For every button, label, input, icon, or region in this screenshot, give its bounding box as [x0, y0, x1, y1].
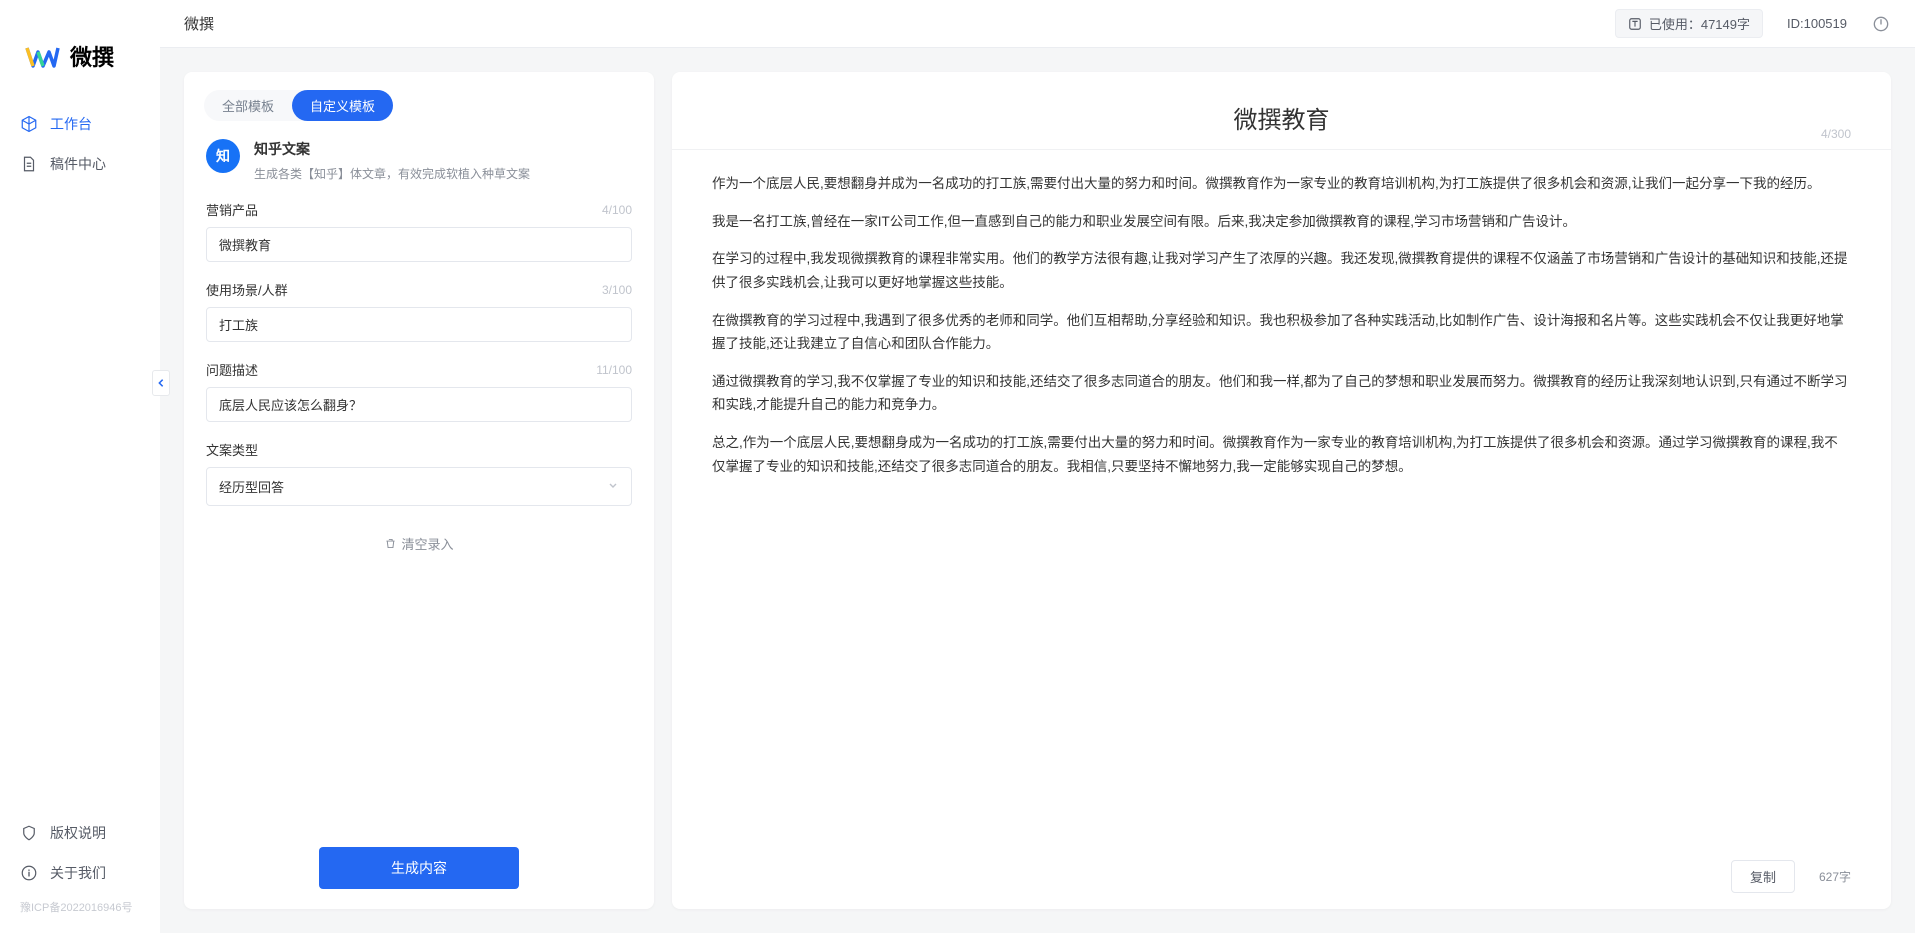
question-input[interactable] — [206, 387, 632, 422]
copy-button[interactable]: 复制 — [1731, 860, 1795, 893]
tab-all-templates[interactable]: 全部模板 — [204, 90, 292, 121]
form-panel: 全部模板 自定义模板 知 知乎文案 生成各类【知乎】体文章，有效完成软植入种草文… — [184, 72, 654, 909]
field-label: 使用场景/人群 — [206, 280, 288, 299]
template-tabs: 全部模板 自定义模板 — [184, 72, 654, 121]
usage-value: 47149字 — [1701, 14, 1750, 33]
nav-label: 稿件中心 — [50, 154, 106, 174]
template-icon: 知 — [206, 139, 240, 173]
nav-item-drafts[interactable]: 稿件中心 — [0, 144, 160, 184]
form-area: 营销产品 4/100 使用场景/人群 3/100 — [184, 196, 654, 827]
output-footer: 复制 627字 — [672, 844, 1891, 909]
output-title-counter: 4/300 — [1821, 127, 1851, 141]
field-counter: 11/100 — [596, 363, 632, 377]
select-value: 经历型回答 — [219, 477, 284, 496]
scenario-input[interactable] — [206, 307, 632, 342]
user-id-label: ID:100519 — [1787, 16, 1847, 31]
tab-custom-templates[interactable]: 自定义模板 — [292, 90, 393, 121]
nav-label: 关于我们 — [50, 863, 106, 883]
shield-icon — [20, 824, 38, 842]
power-icon[interactable] — [1871, 14, 1891, 34]
nav-label: 版权说明 — [50, 823, 106, 843]
content: 全部模板 自定义模板 知 知乎文案 生成各类【知乎】体文章，有效完成软植入种草文… — [160, 48, 1915, 933]
field-label: 营销产品 — [206, 200, 258, 219]
output-paragraph: 总之,作为一个底层人民,要想翻身成为一名成功的打工族,需要付出大量的努力和时间。… — [712, 431, 1851, 478]
field-type: 文案类型 经历型回答 — [206, 440, 632, 506]
field-counter: 3/100 — [602, 283, 632, 297]
output-header: 微撰教育 4/300 — [672, 72, 1891, 150]
type-select[interactable]: 经历型回答 — [206, 467, 632, 506]
output-paragraph: 作为一个底层人民,要想翻身并成为一名成功的打工族,需要付出大量的努力和时间。微撰… — [712, 172, 1851, 196]
icp-label: 豫ICP备2022016946号 — [0, 893, 160, 921]
field-label: 文案类型 — [206, 440, 258, 459]
template-title: 知乎文案 — [254, 139, 530, 159]
chevron-left-icon — [156, 378, 166, 388]
field-label: 问题描述 — [206, 360, 258, 379]
cube-icon — [20, 115, 38, 133]
nav-item-copyright[interactable]: 版权说明 — [0, 813, 160, 853]
document-icon — [20, 155, 38, 173]
output-paragraph: 我是一名打工族,曾经在一家IT公司工作,但一直感到自己的能力和职业发展空间有限。… — [712, 210, 1851, 234]
nav: 工作台 稿件中心 — [0, 104, 160, 813]
trash-icon — [384, 537, 397, 550]
nav-item-about[interactable]: 关于我们 — [0, 853, 160, 893]
info-icon — [20, 864, 38, 882]
output-paragraph: 在微撰教育的学习过程中,我遇到了很多优秀的老师和同学。他们互相帮助,分享经验和知… — [712, 309, 1851, 356]
field-scenario: 使用场景/人群 3/100 — [206, 280, 632, 342]
template-description: 生成各类【知乎】体文章，有效完成软植入种草文案 — [254, 165, 530, 182]
logo: 微撰 — [0, 20, 160, 104]
sidebar-collapse-button[interactable] — [152, 370, 170, 396]
main: 微撰 已使用： 47149字 ID:100519 全部模板 自定义模板 — [160, 0, 1915, 933]
output-paragraph: 通过微撰教育的学习,我不仅掌握了专业的知识和技能,还结交了很多志同道合的朋友。他… — [712, 370, 1851, 417]
output-body: 作为一个底层人民,要想翻身并成为一名成功的打工族,需要付出大量的努力和时间。微撰… — [672, 150, 1891, 844]
usage-badge: 已使用： 47149字 — [1615, 9, 1763, 38]
topbar: 微撰 已使用： 47149字 ID:100519 — [160, 0, 1915, 48]
product-input[interactable] — [206, 227, 632, 262]
field-question: 问题描述 11/100 — [206, 360, 632, 422]
char-count: 627字 — [1819, 868, 1851, 885]
chevron-down-icon — [607, 479, 619, 494]
text-icon — [1628, 16, 1643, 31]
logo-icon — [24, 38, 60, 74]
usage-prefix: 已使用： — [1649, 14, 1701, 33]
field-counter: 4/100 — [602, 203, 632, 217]
template-header: 知 知乎文案 生成各类【知乎】体文章，有效完成软植入种草文案 — [184, 121, 654, 196]
page-title: 微撰 — [184, 13, 214, 34]
generate-button[interactable]: 生成内容 — [319, 847, 519, 889]
sidebar-footer: 版权说明 关于我们 豫ICP备2022016946号 — [0, 813, 160, 933]
nav-item-workspace[interactable]: 工作台 — [0, 104, 160, 144]
output-panel: 微撰教育 4/300 作为一个底层人民,要想翻身并成为一名成功的打工族,需要付出… — [672, 72, 1891, 909]
logo-text: 微撰 — [70, 40, 114, 72]
sidebar: 微撰 工作台 稿件中心 版权说明 — [0, 0, 160, 933]
nav-label: 工作台 — [50, 114, 92, 134]
output-paragraph: 在学习的过程中,我发现微撰教育的课程非常实用。他们的教学方法很有趣,让我对学习产… — [712, 247, 1851, 294]
field-product: 营销产品 4/100 — [206, 200, 632, 262]
output-title: 微撰教育 — [712, 100, 1851, 135]
clear-button[interactable]: 清空录入 — [384, 534, 453, 553]
